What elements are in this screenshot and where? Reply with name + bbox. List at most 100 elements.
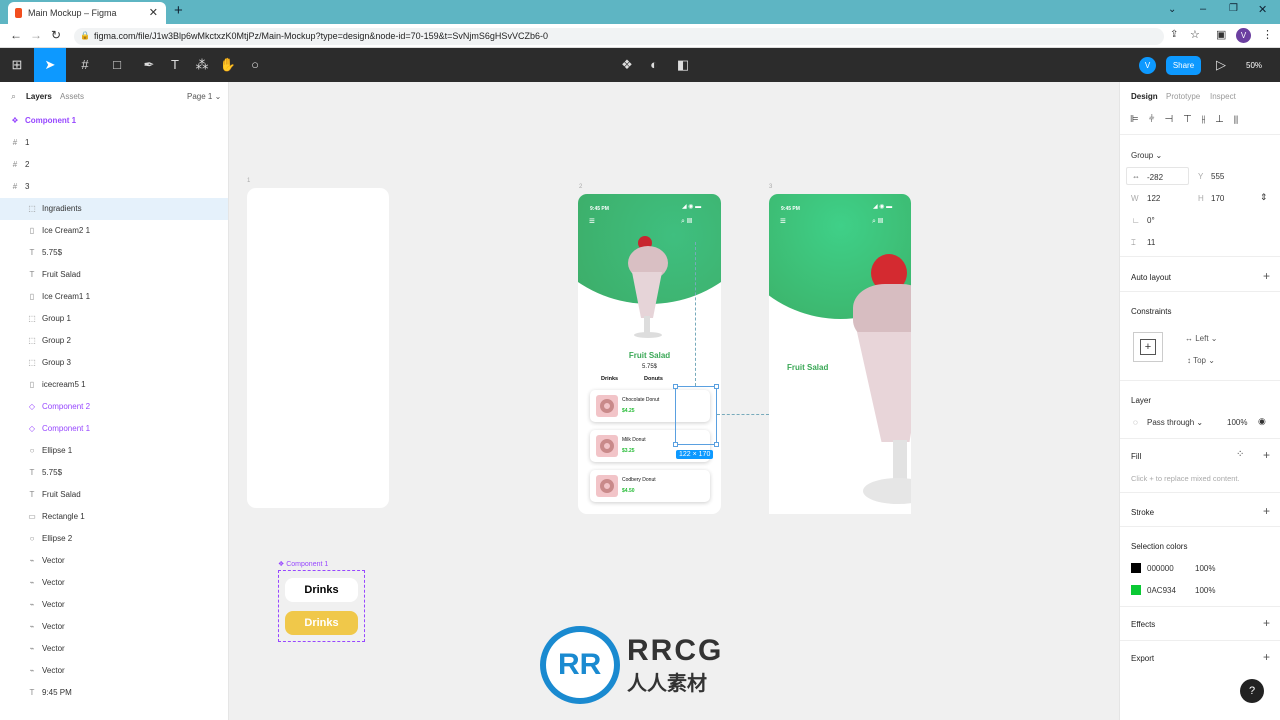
main-menu-icon[interactable]: ⊞: [4, 48, 30, 82]
rotation-field[interactable]: 0°: [1147, 216, 1155, 225]
url-field[interactable]: 🔒 figma.com/file/J1w3Blp6wMkctxzK0MtjPz/…: [74, 28, 1164, 45]
profile-avatar[interactable]: V: [1236, 28, 1251, 43]
layer-item[interactable]: #3: [0, 176, 228, 198]
add-effect-icon[interactable]: +: [1263, 616, 1270, 630]
canvas[interactable]: 1 2 9:45 PM ◢ ◉ ▬ ≡ ⌕ ▤ Fruit Salad 5.75…: [229, 82, 1119, 720]
share-button[interactable]: Share: [1166, 56, 1201, 75]
search-icon[interactable]: ⌕ ▤: [872, 218, 883, 226]
tab-drinks[interactable]: Drinks: [601, 376, 618, 382]
hamburger-menu-icon[interactable]: ≡: [589, 216, 595, 227]
frame-label[interactable]: 2: [579, 184, 582, 190]
layer-item[interactable]: ⌁ Vector: [0, 616, 228, 638]
group-dropdown[interactable]: Group ⌄: [1131, 151, 1162, 160]
minimize-icon[interactable]: –: [1200, 3, 1206, 15]
component-icon[interactable]: ❖: [614, 48, 640, 82]
frame-tool-icon[interactable]: #: [72, 48, 98, 82]
layer-item[interactable]: ⬚ Ingradients: [0, 198, 228, 220]
present-icon[interactable]: ▷: [1208, 48, 1234, 82]
bookmark-star-icon[interactable]: ☆: [1190, 28, 1200, 41]
page-selector[interactable]: Page 1 ⌄: [187, 92, 221, 101]
layer-item[interactable]: ◇ Component 2: [0, 396, 228, 418]
zoom-level[interactable]: 50%: [1246, 61, 1262, 70]
visibility-eye-icon[interactable]: ◉: [1258, 416, 1266, 427]
hamburger-menu-icon[interactable]: ≡: [780, 216, 786, 227]
forward-icon[interactable]: →: [30, 28, 42, 42]
user-avatar[interactable]: V: [1139, 57, 1156, 74]
tab-layers[interactable]: Layers: [26, 92, 52, 101]
styles-icon[interactable]: ⁘: [1236, 449, 1244, 460]
drinks-button-default[interactable]: Drinks: [285, 578, 358, 602]
color-swatch[interactable]: [1131, 563, 1141, 573]
tab-inspect[interactable]: Inspect: [1210, 92, 1236, 101]
selection-box[interactable]: [673, 384, 719, 447]
vertical-constraint[interactable]: ↕ Top ⌄: [1187, 356, 1215, 365]
text-tool-icon[interactable]: T: [162, 48, 188, 82]
add-auto-layout-icon[interactable]: +: [1263, 269, 1270, 283]
component-label[interactable]: ❖ Component 1: [278, 560, 328, 568]
maximize-icon[interactable]: ❐: [1229, 3, 1238, 14]
constrain-proportions-icon[interactable]: ⇕: [1260, 192, 1268, 203]
layer-item[interactable]: ◇ Component 1: [0, 418, 228, 440]
layer-item[interactable]: ⬚ Group 3: [0, 352, 228, 374]
resources-icon[interactable]: ⁂: [189, 48, 215, 82]
search-icon[interactable]: ⌕ ▤: [681, 218, 692, 226]
frame-2[interactable]: 9:45 PM ◢ ◉ ▬ ≡ ⌕ ▤ Fruit Salad 5.75$ Dr…: [578, 194, 721, 514]
constraints-widget[interactable]: +: [1133, 332, 1163, 362]
spacing-field[interactable]: 11: [1147, 238, 1155, 247]
new-tab-icon[interactable]: +: [174, 2, 183, 19]
layer-item[interactable]: ▭ Rectangle 1: [0, 506, 228, 528]
layer-item[interactable]: ⌁ Vector: [0, 594, 228, 616]
move-tool-icon[interactable]: ➤: [34, 48, 66, 82]
sidebar-icon[interactable]: ▣: [1216, 28, 1226, 41]
x-field[interactable]: ⇔ -282: [1126, 167, 1189, 185]
menu-dots-icon[interactable]: ⋮: [1262, 28, 1273, 41]
tab-prototype[interactable]: Prototype: [1166, 92, 1200, 101]
close-window-icon[interactable]: ✕: [1258, 3, 1267, 16]
comment-tool-icon[interactable]: ○: [242, 48, 268, 82]
component-set[interactable]: Drinks Drinks: [278, 570, 365, 642]
layer-item[interactable]: ▯ Ice Cream2 1: [0, 220, 228, 242]
layer-item[interactable]: ▯ Ice Cream1 1: [0, 286, 228, 308]
layer-item[interactable]: ○ Ellipse 1: [0, 440, 228, 462]
add-export-icon[interactable]: +: [1263, 650, 1270, 664]
frame-label[interactable]: 1: [247, 178, 250, 184]
search-layers-icon[interactable]: ⌕: [11, 91, 16, 102]
y-field[interactable]: 555: [1211, 172, 1224, 181]
product-card[interactable]: Codbery Donut $4.50: [590, 470, 710, 502]
layer-item[interactable]: ▯ icecream5 1: [0, 374, 228, 396]
frame-3[interactable]: 9:45 PM ◢ ◉ ▬ ≡ ⌕ ▤ Fruit Salad: [769, 194, 911, 514]
layer-item[interactable]: #1: [0, 132, 228, 154]
tab-donuts[interactable]: Donuts: [644, 376, 663, 382]
layer-item[interactable]: ○ Ellipse 2: [0, 528, 228, 550]
layer-item[interactable]: T 5.75$: [0, 462, 228, 484]
browser-tab[interactable]: Main Mockup – Figma ✕: [8, 2, 166, 24]
layer-item[interactable]: ❖ Component 1: [0, 110, 228, 132]
layer-item[interactable]: ⌁ Vector: [0, 660, 228, 682]
layer-item[interactable]: #2: [0, 154, 228, 176]
tab-search-icon[interactable]: ⌄: [1168, 4, 1176, 15]
tab-design[interactable]: Design: [1131, 92, 1158, 101]
layer-item[interactable]: ⬚ Group 1: [0, 308, 228, 330]
reload-icon[interactable]: ↻: [51, 28, 61, 42]
layer-item[interactable]: T 9:45 PM: [0, 682, 228, 704]
share-page-icon[interactable]: ⇪: [1170, 29, 1178, 40]
layer-opacity[interactable]: 100%: [1227, 418, 1247, 427]
close-tab-icon[interactable]: ✕: [149, 6, 158, 19]
shape-tool-icon[interactable]: □: [104, 48, 130, 82]
align-tools[interactable]: ⊫⫩⊣⊤⫲⊥⫴: [1130, 114, 1248, 125]
add-fill-icon[interactable]: +: [1263, 448, 1270, 462]
color-swatch[interactable]: [1131, 585, 1141, 595]
horizontal-constraint[interactable]: ↔ Left ⌄: [1185, 334, 1218, 343]
h-field[interactable]: 170: [1211, 194, 1224, 203]
layer-item[interactable]: T Fruit Salad: [0, 484, 228, 506]
pen-tool-icon[interactable]: ✒: [136, 48, 162, 82]
blend-mode-dropdown[interactable]: Pass through ⌄: [1147, 418, 1203, 427]
selection-color-row[interactable]: 0AC934 100%: [1120, 584, 1280, 598]
layer-item[interactable]: T Fruit Salad: [0, 264, 228, 286]
back-icon[interactable]: ←: [10, 28, 22, 42]
frame-1[interactable]: [247, 188, 389, 508]
tab-assets[interactable]: Assets: [60, 92, 84, 101]
boolean-icon[interactable]: ◧: [670, 48, 696, 82]
selection-color-row[interactable]: 000000 100%: [1120, 562, 1280, 576]
help-button[interactable]: ?: [1240, 679, 1264, 703]
